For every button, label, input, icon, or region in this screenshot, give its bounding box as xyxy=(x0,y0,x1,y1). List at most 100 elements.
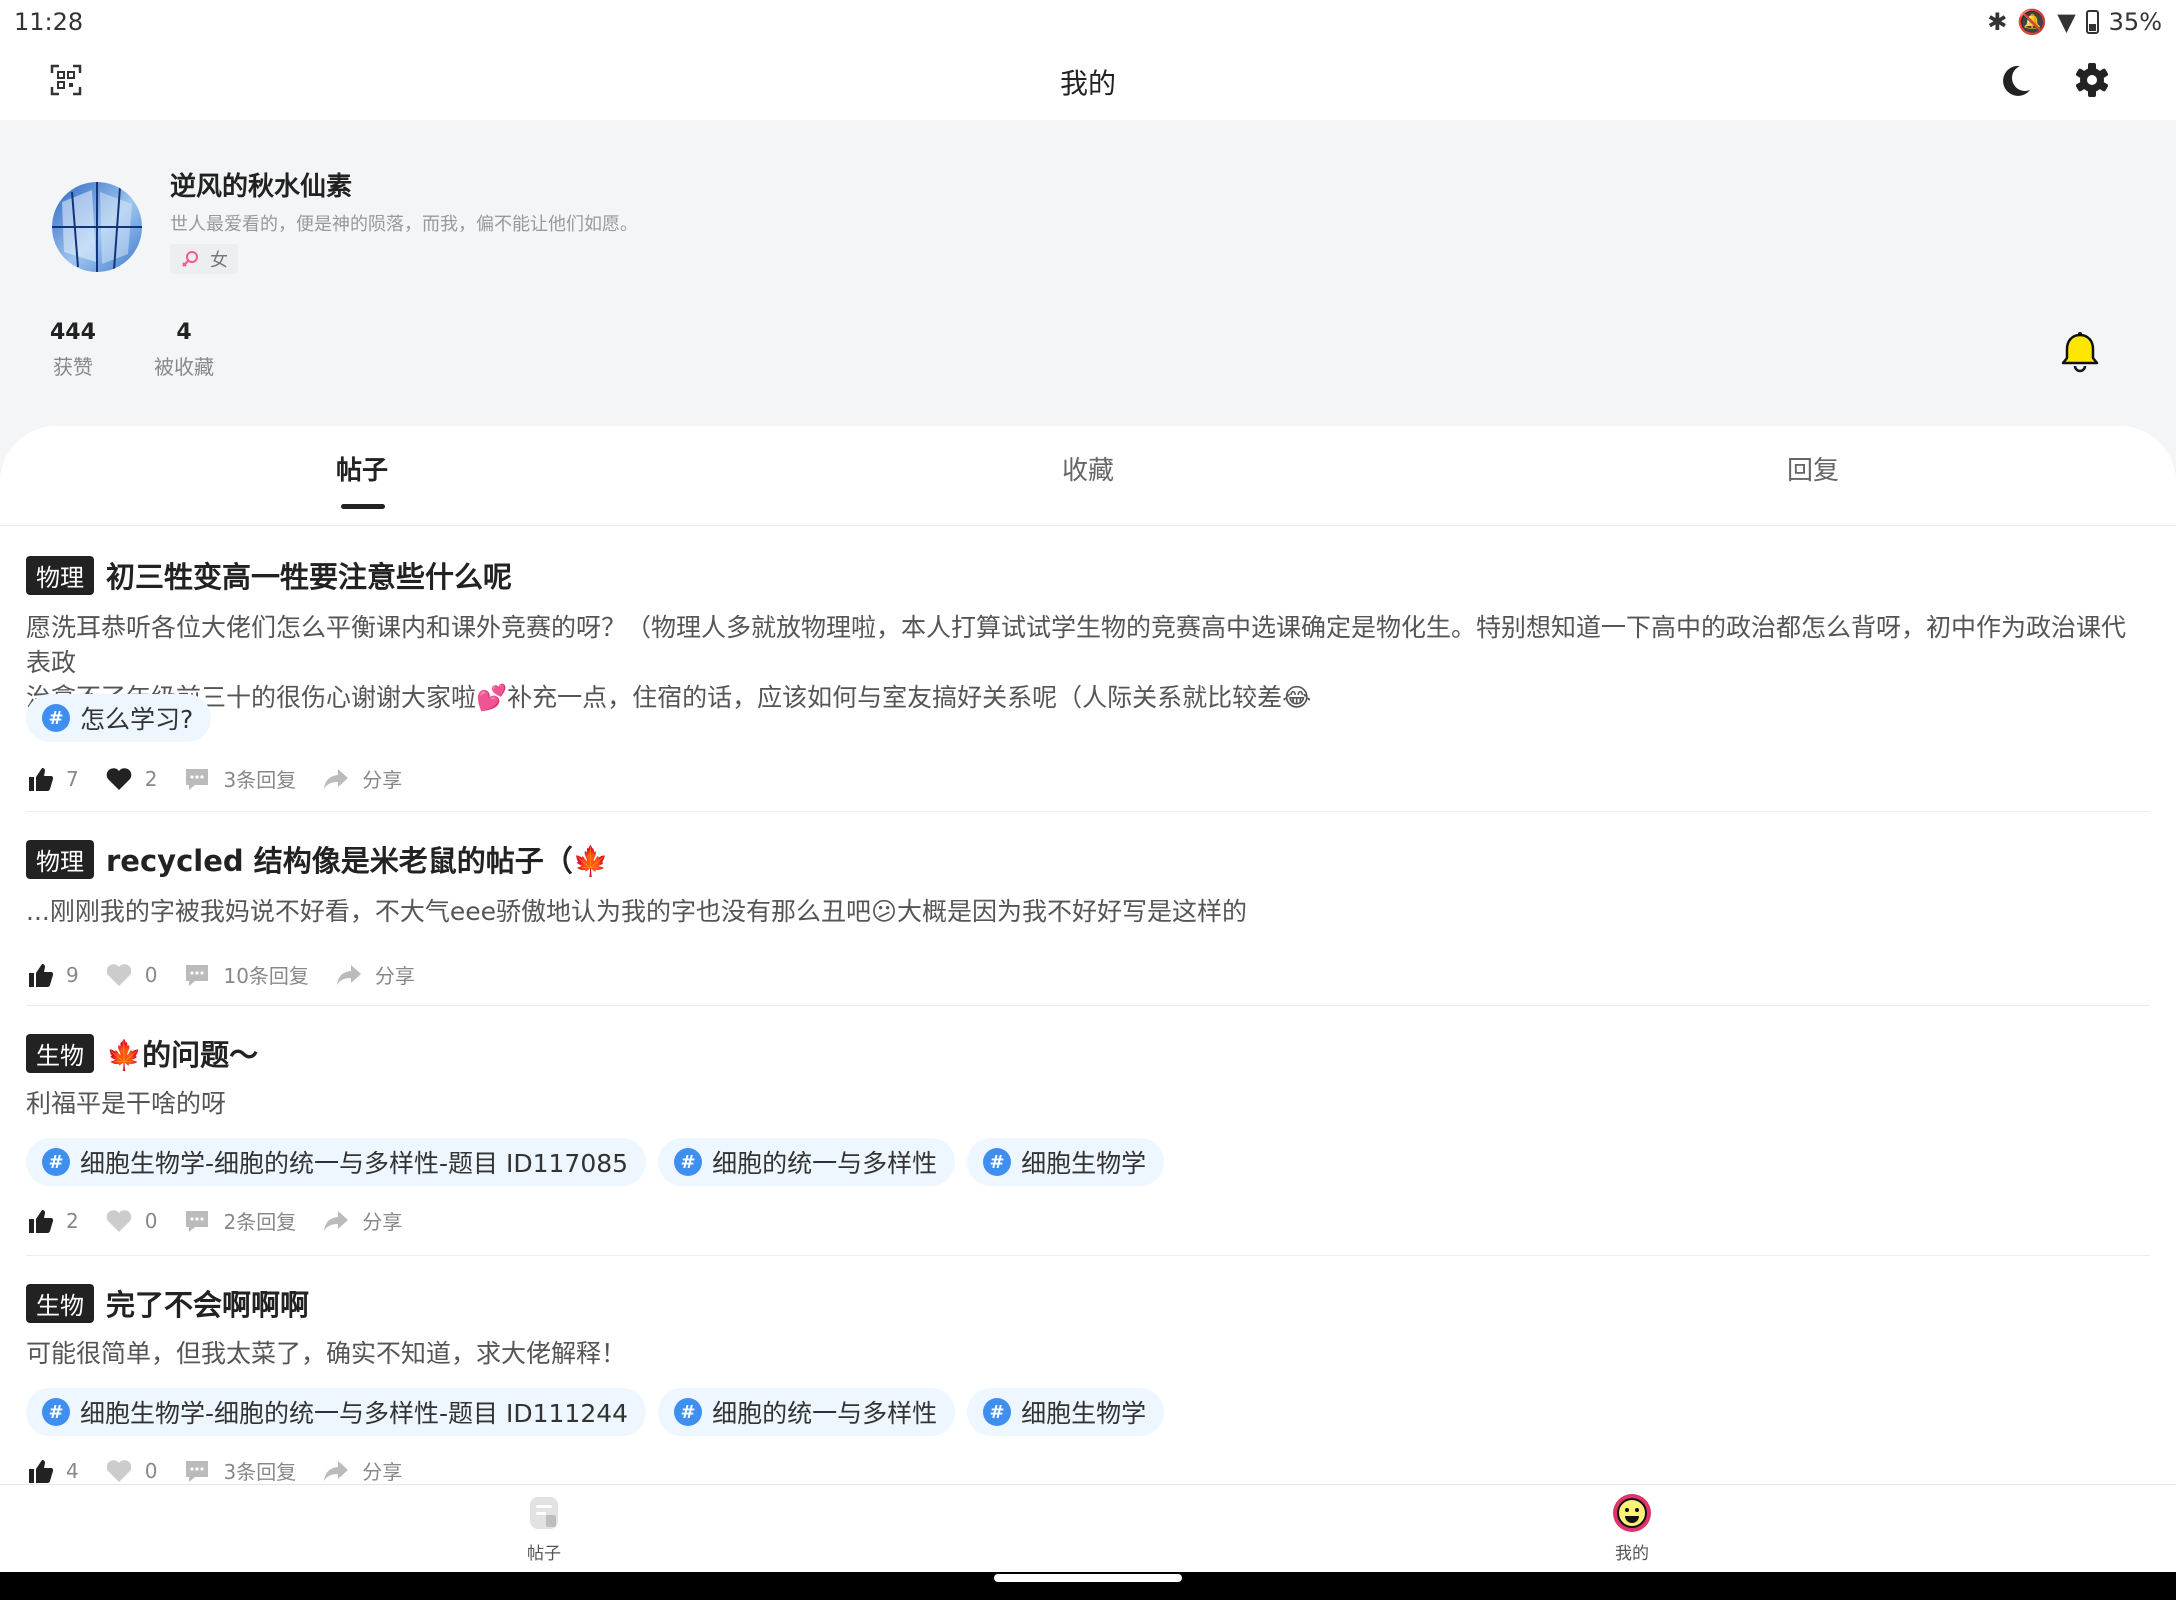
share-button[interactable]: 分享 xyxy=(322,1206,402,1235)
share-label: 分享 xyxy=(374,964,415,988)
share-label: 分享 xyxy=(362,1460,403,1484)
nav-me[interactable]: 我的 xyxy=(1572,1493,1692,1564)
post-body-line: 愿洗耳恭听各位大佬们怎么平衡课内和课外竞赛的呀？（物理人多就放物理啦，本人打算试… xyxy=(26,613,2127,677)
share-icon xyxy=(324,768,349,789)
post-title-row: 生物 完了不会啊啊啊 xyxy=(26,1282,309,1324)
share-button[interactable]: 分享 xyxy=(322,1456,402,1484)
reply-count: 3条回复 xyxy=(223,768,297,792)
stat-label: 获赞 xyxy=(52,355,93,379)
topic-label: 细胞生物学 xyxy=(1021,1149,1147,1178)
topic-label: 细胞的统一与多样性 xyxy=(712,1399,938,1428)
thumbs-up-icon xyxy=(29,1459,54,1483)
tab-favorites[interactable]: 收藏 xyxy=(1062,450,1114,487)
hash-icon: # xyxy=(983,1398,1012,1426)
tab-posts[interactable]: 帖子 xyxy=(336,450,388,487)
like-button[interactable]: 9 xyxy=(26,961,79,989)
bell-icon[interactable] xyxy=(2058,330,2102,374)
topic-chip[interactable]: # 细胞生物学-细胞的统一与多样性-题目 ID111244 xyxy=(26,1388,647,1436)
status-icons: ✱ 🔕 ▼ 35% xyxy=(1987,8,2162,36)
reply-button[interactable]: 3条回复 xyxy=(183,1456,296,1484)
bluetooth-icon: ✱ xyxy=(1987,8,2008,36)
stat-label: 被收藏 xyxy=(154,355,214,379)
post-title-row: 生物 🍁的问题～ xyxy=(26,1032,258,1074)
post-item[interactable]: 物理 recycled 结构像是米老鼠的帖子（🍁 ...刚刚我的字被我妈说不好看… xyxy=(26,838,2150,1006)
smiley-icon xyxy=(1613,1494,1651,1532)
stat-value: 444 xyxy=(50,320,96,345)
post-item[interactable]: 生物 完了不会啊啊啊 可能很简单，但我太菜了，确实不知道，求大佬解释！ # 细胞… xyxy=(26,1282,2150,1484)
topic-label: 怎么学习? xyxy=(80,705,194,734)
favorite-button[interactable]: 0 xyxy=(105,1207,158,1235)
avatar[interactable] xyxy=(52,182,142,272)
nav-posts[interactable]: 帖子 xyxy=(484,1493,604,1564)
bottom-nav: 帖子 我的 xyxy=(0,1484,2176,1572)
status-time: 11:28 xyxy=(14,8,84,36)
topic-chip[interactable]: # 细胞生物学 xyxy=(967,1388,1165,1436)
like-button[interactable]: 4 xyxy=(26,1457,79,1485)
gear-icon[interactable] xyxy=(2072,60,2112,100)
topic-label: 细胞生物学-细胞的统一与多样性-题目 ID111244 xyxy=(80,1399,629,1428)
share-icon xyxy=(336,964,361,985)
reply-count: 3条回复 xyxy=(223,1460,297,1484)
tab-replies[interactable]: 回复 xyxy=(1787,450,1839,487)
share-button[interactable]: 分享 xyxy=(335,960,415,989)
post-item[interactable]: 生物 🍁的问题～ 利福平是干啥的呀 # 细胞生物学-细胞的统一与多样性-题目 I… xyxy=(26,1032,2150,1256)
topic-list: # 细胞生物学-细胞的统一与多样性-题目 ID111244 # 细胞的统一与多样… xyxy=(26,1388,1165,1436)
page-title: 我的 xyxy=(1059,67,1116,100)
favorite-button[interactable]: 2 xyxy=(105,765,157,793)
favorite-button[interactable]: 0 xyxy=(105,961,157,989)
share-button[interactable]: 分享 xyxy=(322,764,402,793)
post-body: ...刚刚我的字被我妈说不好看，不大气eee骄傲地认为我的字也没有那么丑吧😕大概… xyxy=(26,894,2150,929)
post-actions: 2 0 2条回复 分享 xyxy=(26,1206,428,1235)
like-button[interactable]: 7 xyxy=(26,765,79,793)
like-count: 2 xyxy=(66,1208,79,1233)
stat-value: 4 xyxy=(176,320,192,345)
post-body: 愿洗耳恭听各位大佬们怎么平衡课内和课外竞赛的呀？（物理人多就放物理啦，本人打算试… xyxy=(26,610,2150,715)
post-actions: 7 2 3条回复 分享 xyxy=(26,764,428,793)
topic-chip[interactable]: # 细胞的统一与多样性 xyxy=(658,1138,956,1186)
battery-text: 35% xyxy=(2108,8,2162,36)
comment-icon xyxy=(186,1460,209,1482)
post-title[interactable]: 完了不会啊啊啊 xyxy=(106,1282,309,1324)
post-body: 可能很简单，但我太菜了，确实不知道，求大佬解释！ xyxy=(26,1336,2150,1371)
like-button[interactable]: 2 xyxy=(26,1207,79,1235)
heart-icon xyxy=(106,1459,132,1482)
topic-label: 细胞生物学 xyxy=(1021,1399,1147,1428)
post-item[interactable]: 物理 初三牲变高一牲要注意些什么呢 愿洗耳恭听各位大佬们怎么平衡课内和课外竞赛的… xyxy=(26,554,2150,812)
topic-list: # 细胞生物学-细胞的统一与多样性-题目 ID117085 # 细胞的统一与多样… xyxy=(26,1138,1165,1186)
content-card: 帖子 收藏 回复 物理 初三牲变高一牲要注意些什么呢 愿洗耳恭听各位大佬们怎么平… xyxy=(0,426,2176,1484)
moon-icon[interactable] xyxy=(1996,60,2036,100)
reply-count: 10条回复 xyxy=(223,964,309,988)
topic-chip[interactable]: # 细胞生物学-细胞的统一与多样性-题目 ID117085 xyxy=(26,1138,647,1186)
reply-button[interactable]: 2条回复 xyxy=(183,1206,296,1235)
post-actions: 9 0 10条回复 分享 xyxy=(26,960,441,989)
hash-icon: # xyxy=(674,1148,703,1176)
qr-scan-icon[interactable] xyxy=(46,60,86,100)
share-label: 分享 xyxy=(362,1210,403,1234)
user-bio: 世人最爱看的，便是神的陨落，而我，偏不能让他们如愿。 xyxy=(170,214,638,235)
hash-icon: # xyxy=(983,1148,1012,1176)
reply-count: 2条回复 xyxy=(223,1210,297,1234)
heart-icon xyxy=(106,1209,132,1232)
home-indicator[interactable] xyxy=(994,1574,1182,1582)
topic-chip[interactable]: # 怎么学习? xyxy=(26,694,212,742)
reply-button[interactable]: 3条回复 xyxy=(183,764,296,793)
favorite-button[interactable]: 0 xyxy=(105,1457,157,1485)
stat-collected: 4 被收藏 xyxy=(154,320,214,380)
post-title[interactable]: recycled 结构像是米老鼠的帖子（🍁 xyxy=(106,838,609,880)
username: 逆风的秋水仙素 xyxy=(170,172,353,202)
post-title[interactable]: 🍁的问题～ xyxy=(106,1032,258,1074)
topic-label: 细胞生物学-细胞的统一与多样性-题目 ID117085 xyxy=(80,1149,629,1178)
reply-button[interactable]: 10条回复 xyxy=(183,960,309,989)
nav-label: 我的 xyxy=(1615,1544,1649,1564)
thumbs-up-icon xyxy=(29,963,54,987)
category-badge: 物理 xyxy=(26,555,94,595)
topic-label: 细胞的统一与多样性 xyxy=(712,1149,938,1178)
topic-chip[interactable]: # 细胞生物学 xyxy=(967,1138,1165,1186)
category-badge: 生物 xyxy=(26,1033,94,1073)
gender-badge: 女 xyxy=(170,244,238,274)
topic-chip[interactable]: # 细胞的统一与多样性 xyxy=(658,1388,956,1436)
thumbs-up-icon xyxy=(29,767,54,791)
nav-label: 帖子 xyxy=(527,1544,561,1564)
post-title[interactable]: 初三牲变高一牲要注意些什么呢 xyxy=(106,554,512,596)
favorite-count: 0 xyxy=(144,1208,158,1233)
